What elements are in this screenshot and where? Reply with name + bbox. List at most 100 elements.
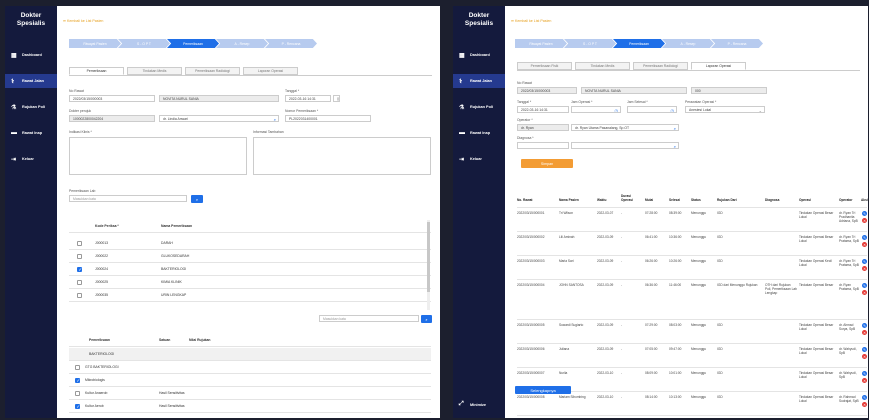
jam-operasi-field[interactable]: ◷ [571, 106, 621, 113]
tab-tindakan-medis[interactable]: Tindakan Medis [575, 62, 630, 70]
table-cell: 2022-03-10 [597, 395, 614, 399]
step-pemeriksaan[interactable]: Pemeriksaan [167, 39, 219, 48]
bed-icon: ▬ [459, 130, 465, 136]
row-checkbox[interactable] [77, 293, 82, 298]
tab-radiologi[interactable]: Pemeriksaan Radiologi [633, 62, 688, 70]
delete-icon[interactable]: ✕ [862, 218, 867, 223]
table-row[interactable]: J000022 GLUKOSEDARAH [69, 250, 431, 263]
step-riwayat[interactable]: Riwayat Pasien [515, 39, 567, 48]
table-row[interactable]: Kultur Aerob Hasil Sensitivitas [69, 400, 431, 413]
informasi-textarea[interactable] [253, 137, 431, 175]
minimize-button[interactable]: ⤢ Minimize [459, 401, 486, 408]
table-row[interactable]: J000035 URIN LENGKAP [69, 289, 431, 302]
table-row[interactable]: 2022/03/15/000006 Juliana 2022-03-09 - 07:05… [517, 344, 867, 368]
lab-table-scrollbar[interactable] [427, 220, 430, 310]
delete-icon[interactable]: ✕ [862, 402, 867, 407]
step-riwayat[interactable]: Riwayat Pasien [69, 39, 121, 48]
back-to-list-link[interactable]: ⇚ Kembali ke List Pasien [511, 19, 551, 23]
sidebar-item-rawat-inap[interactable]: ▬ Rawat Inap [453, 126, 505, 140]
step-resep[interactable]: A - Resep [662, 39, 714, 48]
tab-pemeriksaan[interactable]: Pemeriksaan [69, 67, 124, 75]
scroll-thumb[interactable] [427, 222, 430, 292]
sidebar-item-rawat-jalan[interactable]: ⚕ Rawat Jalan [5, 74, 57, 88]
lab-search-input[interactable]: Masukkan kata [69, 195, 187, 202]
dokter-select[interactable]: dr. Lindia Anwari ⌕ [159, 115, 279, 122]
tanggal-field[interactable]: 2022-03-16 14:31 [285, 95, 331, 102]
delete-icon[interactable]: ✕ [862, 266, 867, 271]
tanggal-label: Tanggal * [285, 89, 300, 93]
lab-table-header: Kode Periksa * Nama Pemeriksaan [69, 220, 431, 233]
table-row[interactable]: GTG BAKTERIOLOGI [69, 361, 431, 374]
table-row[interactable]: J000013 DARAH [69, 237, 431, 250]
tab-tindakan-medis[interactable]: Tindakan Medis [127, 67, 182, 75]
table-cell: 07:28:00 [645, 211, 658, 215]
tab-laporan-operasi[interactable]: Laporan Operasi [243, 67, 298, 75]
edit-icon[interactable]: ✎ [862, 283, 867, 288]
perawatan-select[interactable]: Anestesi Lokal ⌄ [685, 106, 765, 113]
simpan-button[interactable]: Simpan [521, 159, 573, 168]
table-cell: Juliana [559, 347, 570, 351]
row-checkbox[interactable] [75, 391, 80, 396]
delete-icon[interactable]: ✕ [862, 242, 867, 247]
edit-icon[interactable]: ✎ [862, 259, 867, 264]
tanggal-field[interactable]: 2022-03-16 14:31 [517, 106, 569, 113]
nomor-pemeriksaan-field[interactable]: PL2022031400001 [285, 115, 371, 122]
edit-icon[interactable]: ✎ [862, 347, 867, 352]
table-row[interactable]: 2022/03/15/000002 Lili Aminah 2022-03-09 - 0… [517, 232, 867, 256]
indikasi-textarea[interactable] [69, 137, 247, 175]
diagnosa-code-field[interactable] [517, 142, 569, 149]
row-checkbox[interactable] [75, 404, 80, 410]
step-sopt[interactable]: S - O P T [118, 39, 170, 48]
step-sopt[interactable]: S - O P T [564, 39, 616, 48]
step-resep[interactable]: A - Resep [216, 39, 268, 48]
back-to-list-link[interactable]: ⇚ Kembali ke List Pasien [63, 19, 103, 23]
delete-icon[interactable]: ✕ [862, 330, 867, 335]
edit-icon[interactable]: ✎ [862, 323, 867, 328]
table-row[interactable]: Kultur Anaerob Hasil Sensitivitas [69, 387, 431, 400]
sidebar-item-rawat-inap[interactable]: ▬ Rawat Inap [5, 126, 57, 140]
edit-icon[interactable]: ✎ [862, 395, 867, 400]
table-row[interactable]: 2022/03/15/000008 Mariam Sihombing 2022-03… [517, 392, 867, 416]
sidebar-item-dashboard[interactable]: ▦ Dashboard [5, 48, 57, 62]
step-rencana[interactable]: P - Rencana [265, 39, 317, 48]
lab-search-button[interactable]: ⌕ [191, 195, 203, 203]
row-checkbox[interactable] [77, 241, 82, 246]
tab-radiologi[interactable]: Pemeriksaan Radiologi [185, 67, 240, 75]
table-row[interactable]: 2022/03/15/000004 JOHN SANTOSA 2022-03-09 -… [517, 280, 867, 320]
row-checkbox[interactable] [77, 254, 82, 259]
calendar-button[interactable]: ▤ [333, 95, 340, 102]
no-rawat-field[interactable]: 2022/03/15/000003 [69, 95, 155, 102]
delete-icon[interactable]: ✕ [862, 290, 867, 295]
tab-pemeriksaan-fisik[interactable]: Pemeriksaan Fisik [517, 62, 572, 70]
sidebar-item-rujukan-poli[interactable]: ⚗ Rujukan Poli [453, 100, 505, 114]
sidebar-item-dashboard[interactable]: ▦ Dashboard [453, 48, 505, 62]
operator-select[interactable]: dr. Ryan Utama Pasanalang, Sp.OT ⌕ [571, 124, 679, 131]
step-rencana[interactable]: P - Rencana [711, 39, 763, 48]
sidebar-item-rawat-jalan[interactable]: ⚕ Rawat Jalan [453, 74, 505, 88]
sidebar-item-rujukan-poli[interactable]: ⚗ Rujukan Poli [5, 100, 57, 114]
step-pemeriksaan[interactable]: Pemeriksaan [613, 39, 665, 48]
table-row[interactable]: 2022/03/15/000003 Maria Sari 2022-03-09 - 06… [517, 256, 867, 280]
row-checkbox[interactable] [77, 267, 82, 273]
table-row[interactable]: J000024 BAKTERIOLOGI [69, 263, 431, 276]
table-row[interactable]: 2022/03/15/000001 Tri Wilson 2022-03-07 - 07… [517, 208, 867, 232]
sidebar-item-keluar[interactable]: ⇥ Keluar [453, 152, 505, 166]
row-checkbox[interactable] [75, 365, 80, 370]
table-row[interactable]: J000025 KIMIA KLINIK [69, 276, 431, 289]
row-checkbox[interactable] [75, 378, 80, 384]
edit-icon[interactable]: ✎ [862, 235, 867, 240]
result-search-input[interactable]: Masukkan kata [319, 315, 419, 322]
sidebar-item-keluar[interactable]: ⇥ Keluar [5, 152, 57, 166]
delete-icon[interactable]: ✕ [862, 354, 867, 359]
row-checkbox[interactable] [77, 280, 82, 285]
edit-icon[interactable]: ✎ [862, 211, 867, 216]
table-row[interactable]: Mikrobiologis [69, 374, 431, 387]
edit-icon[interactable]: ✎ [862, 371, 867, 376]
table-row[interactable]: 2022/03/15/000005 Suwardi Sugiarto 2022-03… [517, 320, 867, 344]
jam-selesai-field[interactable]: ◷ [627, 106, 677, 113]
result-search-button[interactable]: ⌕ [421, 315, 432, 323]
diagnosa-select[interactable]: ⌕ [571, 142, 679, 149]
selengkapnya-button[interactable]: Selengkapnya [515, 386, 571, 394]
delete-icon[interactable]: ✕ [862, 378, 867, 383]
tab-laporan-operasi[interactable]: Laporan Operasi [691, 62, 746, 70]
